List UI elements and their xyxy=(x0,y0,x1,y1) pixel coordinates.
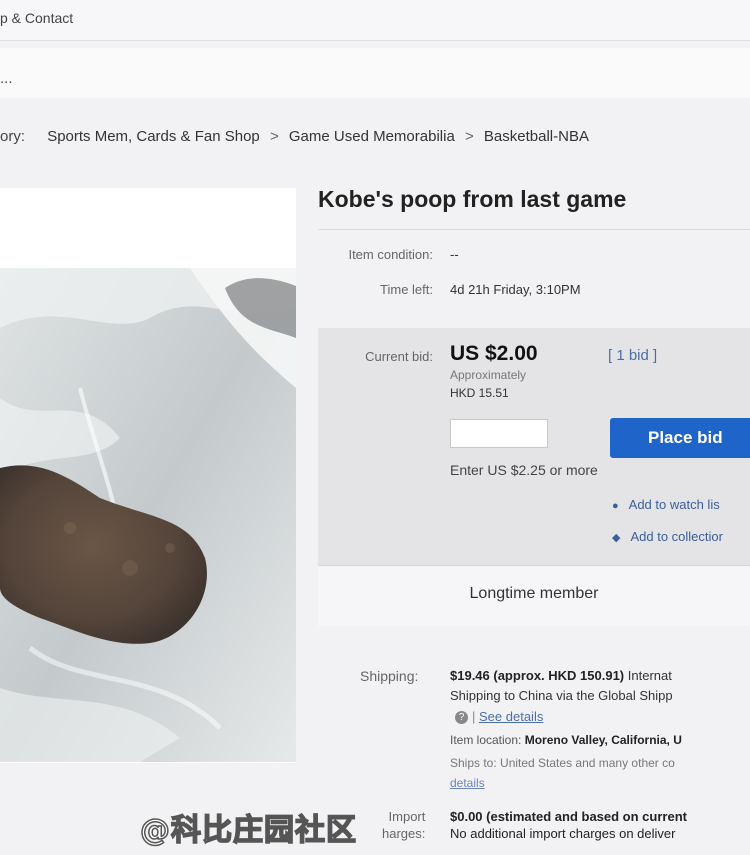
breadcrumb-item-basketball-nba[interactable]: Basketball-NBA xyxy=(484,128,589,145)
seller-badge: Longtime member xyxy=(318,565,750,626)
top-nav-bar: p & Contact xyxy=(0,0,750,41)
shipping-label: Shipping: xyxy=(360,668,419,684)
title-divider xyxy=(318,229,750,230)
secondary-bar xyxy=(0,48,750,98)
breadcrumb-prefix: ory: xyxy=(0,128,26,145)
shipping-cost: $19.46 (approx. HKD 150.91) Internat xyxy=(450,668,672,683)
min-bid-note: Enter US $2.25 or more xyxy=(450,462,598,478)
see-details-link[interactable]: See details xyxy=(479,709,543,724)
current-bid-price: US $2.00 xyxy=(450,342,538,365)
breadcrumb: ory: Sports Mem, Cards & Fan Shop > Game… xyxy=(0,128,750,145)
time-left-label: Time left: xyxy=(380,282,433,297)
shipping-method: Shipping to China via the Global Shipp xyxy=(450,688,673,703)
breadcrumb-separator: > xyxy=(269,128,279,145)
item-condition-label: Item condition: xyxy=(348,247,433,262)
ships-to-details-link[interactable]: details xyxy=(450,776,485,790)
import-charges-label-line2: harges: xyxy=(382,826,426,841)
place-bid-button[interactable]: Place bid xyxy=(610,418,750,458)
import-charges-label: Import harges: xyxy=(382,808,425,842)
shipping-international: Internat xyxy=(627,668,672,683)
separator: | xyxy=(472,709,476,724)
approx-hkd-value: HKD 15.51 xyxy=(450,386,509,400)
bid-count-link[interactable]: [ 1 bid ] xyxy=(608,347,657,364)
bid-amount-input[interactable] xyxy=(450,419,548,448)
help-contact-link[interactable]: p & Contact xyxy=(0,10,73,26)
time-left-value: 4d 21h Friday, 3:10PM xyxy=(450,282,581,297)
import-charges-label-line1: Import xyxy=(388,809,426,824)
breadcrumb-item-sports-mem[interactable]: Sports Mem, Cards & Fan Shop xyxy=(47,128,260,145)
seller-badge-text: Longtime member xyxy=(469,585,599,602)
import-charges-value: $0.00 (estimated and based on current No… xyxy=(450,808,687,842)
add-to-collection-label: Add to collectior xyxy=(630,529,723,544)
pin-icon: ◆ xyxy=(612,532,621,544)
current-bid-label: Current bid: xyxy=(365,349,433,364)
add-to-collection-link[interactable]: ◆ Add to collectior xyxy=(612,529,723,544)
item-location-value: Moreno Valley, California, U xyxy=(524,733,682,747)
watermark: @科比庄园社区 xyxy=(139,812,357,849)
item-condition-value: -- xyxy=(450,247,459,262)
item-location-row: Item location: Moreno Valley, California… xyxy=(450,733,682,747)
secondary-bar-text: ... xyxy=(0,70,13,87)
import-charges-line2: No additional import charges on deliver xyxy=(450,826,676,841)
help-icon[interactable]: ? xyxy=(455,711,468,725)
import-charges-line1: $0.00 (estimated and based on current xyxy=(450,809,687,824)
approx-label: Approximately xyxy=(450,368,527,382)
listing-photo[interactable] xyxy=(0,268,296,762)
add-to-watchlist-label: Add to watch lis xyxy=(628,497,720,512)
breadcrumb-separator: > xyxy=(464,128,474,145)
item-location-label: Item location: xyxy=(450,733,522,747)
shipping-details-row: ? | See details xyxy=(455,709,543,725)
listing-photo-image xyxy=(0,268,296,762)
eye-icon: ● xyxy=(612,500,619,512)
shipping-cost-value: $19.46 (approx. HKD 150.91) xyxy=(450,668,625,683)
add-to-watchlist-link[interactable]: ● Add to watch lis xyxy=(612,497,720,512)
breadcrumb-item-game-used[interactable]: Game Used Memorabilia xyxy=(289,128,455,145)
listing-title: Kobe's poop from last game xyxy=(318,186,627,212)
ships-to-row: Ships to: United States and many other c… xyxy=(450,756,675,770)
